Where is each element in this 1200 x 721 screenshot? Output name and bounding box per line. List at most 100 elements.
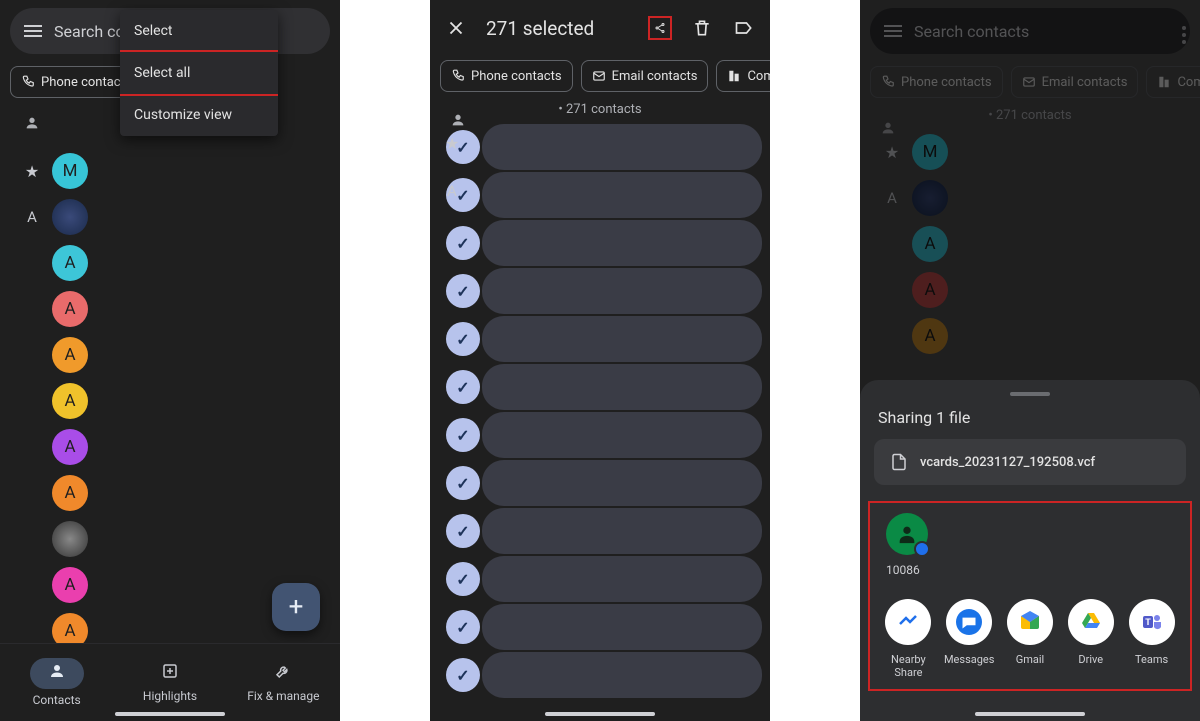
avatar: A — [52, 567, 88, 603]
dimmed-background: Search contacts Phone contacts Email con… — [860, 8, 1200, 359]
share-icon[interactable] — [648, 16, 672, 40]
selected-row[interactable]: ✓ — [482, 412, 762, 458]
chip-phone-contacts[interactable]: Phone contacts — [870, 66, 1003, 98]
drag-handle[interactable] — [1010, 392, 1050, 396]
add-contact-fab[interactable]: + — [272, 583, 320, 631]
chip-compare[interactable]: Compar — [1146, 66, 1200, 98]
contact-row[interactable] — [0, 516, 340, 562]
selection-toolbar: 271 selected — [430, 0, 770, 56]
avatar: A — [912, 318, 948, 354]
overflow-menu: Select Select all Customize view — [120, 10, 278, 136]
search-bar[interactable]: Search contacts — [870, 8, 1190, 54]
nearby-badge-icon — [914, 541, 930, 557]
email-icon — [592, 69, 606, 83]
nav-highlights[interactable]: Highlights — [113, 644, 226, 721]
person-icon — [880, 120, 896, 140]
more-icon[interactable] — [1182, 26, 1186, 44]
share-app-drive[interactable]: Drive — [1060, 599, 1121, 679]
selected-row[interactable]: ✓ — [482, 316, 762, 362]
hamburger-icon[interactable] — [24, 25, 42, 37]
contact-row[interactable]: A — [0, 194, 340, 240]
nav-contacts[interactable]: Contacts — [0, 644, 113, 721]
chip-label: Email contacts — [1042, 75, 1128, 90]
building-icon — [727, 69, 741, 83]
selected-list: ★ A ✓ ✓ ✓ ✓ ✓ ✓ ✓ ✓ ✓ ✓ ✓ ✓ — [430, 124, 770, 698]
gesture-bar — [975, 712, 1085, 716]
avatar: A — [912, 272, 948, 308]
contact-row[interactable]: A — [860, 313, 1200, 359]
selected-row[interactable]: ✓ — [482, 220, 762, 266]
star-icon: ★ — [12, 162, 52, 181]
share-app-teams[interactable]: T Teams — [1121, 599, 1182, 679]
app-label: Gmail — [1016, 653, 1044, 666]
check-icon: ✓ — [446, 658, 480, 692]
highlights-icon — [161, 662, 179, 685]
avatar — [52, 199, 88, 235]
check-icon: ✓ — [446, 274, 480, 308]
avatar: A — [52, 475, 88, 511]
chip-phone-contacts[interactable]: Phone contact — [10, 66, 136, 98]
chip-email-contacts[interactable]: Email contacts — [581, 60, 709, 92]
chip-compare[interactable]: Compar — [716, 60, 770, 92]
check-icon: ✓ — [446, 466, 480, 500]
check-icon: ✓ — [446, 370, 480, 404]
avatar — [912, 180, 948, 216]
chip-label: Compar — [1177, 75, 1200, 90]
contact-row[interactable]: A — [0, 378, 340, 424]
check-icon: ✓ — [446, 562, 480, 596]
search-placeholder: Search co — [54, 22, 125, 41]
nearby-share-icon — [885, 599, 931, 645]
section-letter: A — [12, 208, 52, 226]
file-card[interactable]: vcards_20231127_192508.vcf — [874, 439, 1186, 485]
check-icon: ✓ — [446, 226, 480, 260]
selected-row[interactable]: ✓ — [482, 172, 762, 218]
nav-fix-manage[interactable]: Fix & manage — [227, 644, 340, 721]
hamburger-icon[interactable] — [884, 25, 902, 37]
contact-row[interactable]: A — [0, 470, 340, 516]
selected-row[interactable]: ✓ — [482, 556, 762, 602]
gesture-bar — [115, 712, 225, 716]
sheet-title: Sharing 1 file — [860, 408, 1200, 439]
messages-icon — [946, 599, 992, 645]
contact-row[interactable]: A — [0, 286, 340, 332]
delete-icon[interactable] — [690, 16, 714, 40]
avatar — [52, 521, 88, 557]
contact-row-starred[interactable]: ★M — [860, 129, 1200, 175]
selected-row[interactable]: ✓ — [482, 604, 762, 650]
share-app-messages[interactable]: Messages — [939, 599, 1000, 679]
avatar: A — [52, 245, 88, 281]
filter-chips-row: Phone contacts Email contacts Compar — [860, 62, 1200, 102]
file-icon — [890, 453, 908, 471]
app-label: Drive — [1078, 653, 1103, 666]
star-icon: ★ — [872, 143, 912, 162]
contact-row[interactable]: A — [0, 240, 340, 286]
menu-select[interactable]: Select — [120, 10, 278, 52]
filename: vcards_20231127_192508.vcf — [920, 455, 1095, 470]
label-icon[interactable] — [732, 16, 756, 40]
app-label: Teams — [1135, 653, 1168, 666]
contact-row[interactable]: A — [860, 267, 1200, 313]
menu-customize-view[interactable]: Customize view — [120, 94, 278, 136]
drive-icon — [1068, 599, 1114, 645]
chip-email-contacts[interactable]: Email contacts — [1011, 66, 1139, 98]
bottom-nav: Contacts Highlights Fix & manage — [0, 643, 340, 721]
selected-row[interactable]: ✓ — [482, 268, 762, 314]
gmail-icon — [1007, 599, 1053, 645]
selected-row[interactable]: ✓ — [482, 508, 762, 554]
contact-row[interactable]: A — [0, 424, 340, 470]
share-app-nearby[interactable]: Nearby Share — [878, 599, 939, 679]
selected-row[interactable]: ✓ — [482, 124, 762, 170]
close-icon[interactable] — [444, 16, 468, 40]
chip-phone-contacts[interactable]: Phone contacts — [440, 60, 573, 92]
contact-row-starred[interactable]: ★ M — [0, 148, 340, 194]
nearby-contact[interactable]: 10086 — [876, 513, 1184, 591]
contact-row[interactable]: A — [860, 175, 1200, 221]
share-app-gmail[interactable]: Gmail — [1000, 599, 1061, 679]
contact-row[interactable]: A — [0, 332, 340, 378]
screen-1-contacts-dropdown: Search co Phone contact Compar ★ M A A A… — [0, 0, 340, 721]
menu-select-all[interactable]: Select all — [120, 50, 278, 96]
selected-row[interactable]: ✓ — [482, 652, 762, 698]
selected-row[interactable]: ✓ — [482, 460, 762, 506]
selected-row[interactable]: ✓ — [482, 364, 762, 410]
contact-row[interactable]: A — [860, 221, 1200, 267]
